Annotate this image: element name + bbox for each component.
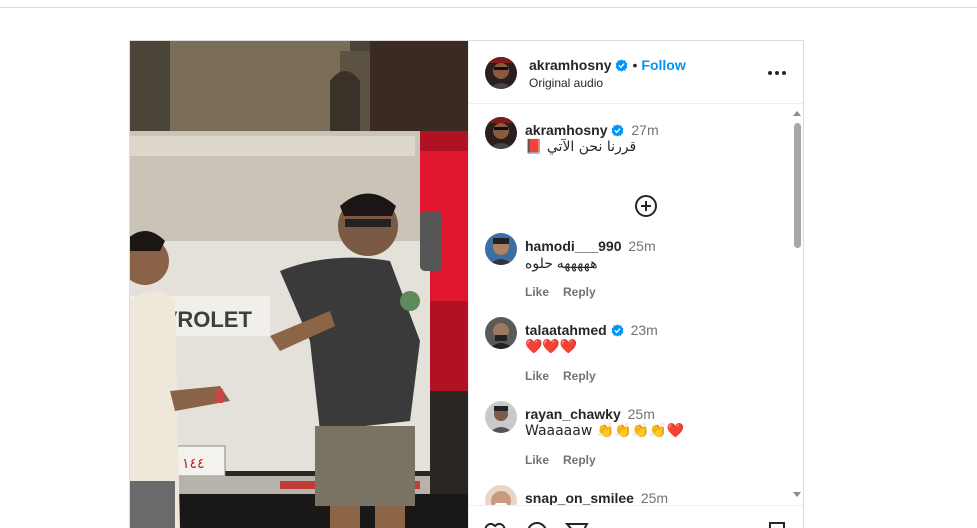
like-comment-button[interactable]: Like — [525, 369, 549, 383]
comment-actions: Like Reply — [525, 369, 610, 383]
comment-time[interactable]: 25m — [628, 238, 655, 254]
comment-actions: Like Reply — [525, 285, 610, 299]
video-frame-illustration: EVROLET ١٤٤ — [130, 41, 468, 528]
original-audio-link[interactable]: Original audio — [529, 76, 603, 90]
comment-head: talaatahmed 23m — [525, 322, 658, 338]
comment-head: snap_on_smilee 25m — [525, 490, 668, 505]
comment-item: talaatahmed 23m ❤️❤️❤️ Like Reply — [485, 317, 785, 387]
caption-time[interactable]: 27m — [631, 122, 658, 138]
separator-dot: • — [632, 57, 638, 73]
comment-icon[interactable] — [525, 520, 549, 528]
caption-head: akramhosny 27m — [525, 122, 659, 138]
comment-time[interactable]: 23m — [631, 322, 658, 338]
heart-icon[interactable] — [483, 520, 507, 528]
author-username[interactable]: akramhosny — [529, 57, 611, 73]
scroll-thumb[interactable] — [794, 123, 801, 248]
comment-time[interactable]: 25m — [641, 490, 668, 505]
comment-username[interactable]: rayan_chawky — [525, 406, 621, 422]
comment-item: snap_on_smilee 25m — [485, 485, 785, 505]
comment-text: Waaaaaw 👏👏👏👏❤️ — [525, 423, 684, 439]
author-avatar[interactable] — [485, 57, 517, 89]
post-header: akramhosny • Follow Original audio — [469, 41, 803, 104]
browser-top-strip — [0, 0, 977, 8]
caption-text: قررنا نحن الآتي 📕 — [525, 139, 637, 155]
bookmark-icon[interactable] — [765, 520, 789, 528]
comment-actions: Like Reply — [525, 453, 610, 467]
post-sidebar: akramhosny • Follow Original audio akram… — [468, 41, 803, 528]
comment-username[interactable]: snap_on_smilee — [525, 490, 634, 505]
comment-avatar[interactable] — [485, 233, 517, 265]
comment-username[interactable]: talaatahmed — [525, 322, 607, 338]
share-icon[interactable] — [565, 520, 589, 528]
plate-text: ١٤٤ — [182, 456, 205, 472]
verified-badge-icon — [616, 59, 628, 72]
add-circle-icon[interactable] — [633, 193, 659, 219]
caption-username[interactable]: akramhosny — [525, 122, 607, 138]
comment-text: هههههه حلوه — [525, 255, 598, 271]
post-action-bar — [469, 505, 803, 528]
comment-item: hamodi___990 25m هههههه حلوه Like Reply — [485, 233, 785, 303]
scroll-up-arrow-icon[interactable] — [793, 111, 801, 116]
comment-time[interactable]: 25m — [628, 406, 655, 422]
post-author-line: akramhosny • Follow — [529, 57, 686, 73]
post-dialog: EVROLET ١٤٤ akramhosny • Follow Original… — [129, 40, 804, 528]
comment-avatar[interactable] — [485, 317, 517, 349]
comment-head: hamodi___990 25m — [525, 238, 656, 254]
more-options-icon[interactable] — [767, 63, 787, 83]
reply-comment-button[interactable]: Reply — [563, 453, 596, 467]
comment-item: rayan_chawky 25m Waaaaaw 👏👏👏👏❤️ Like Repl… — [485, 401, 785, 471]
comment-avatar[interactable] — [485, 401, 517, 433]
follow-button[interactable]: Follow — [641, 57, 685, 73]
verified-badge-icon — [611, 324, 624, 337]
verified-badge-icon — [612, 124, 624, 137]
scroll-down-arrow-icon[interactable] — [793, 492, 801, 497]
caption-avatar[interactable] — [485, 117, 517, 149]
post-video[interactable]: EVROLET ١٤٤ — [130, 41, 468, 528]
like-comment-button[interactable]: Like — [525, 453, 549, 467]
comment-text: ❤️❤️❤️ — [525, 339, 578, 355]
reply-comment-button[interactable]: Reply — [563, 285, 596, 299]
caption: akramhosny 27m قررنا نحن الآتي 📕 — [485, 117, 785, 237]
reply-comment-button[interactable]: Reply — [563, 369, 596, 383]
comments-scrollbar[interactable] — [791, 105, 803, 505]
comments-list[interactable]: akramhosny 27m قررنا نحن الآتي 📕 hamodi_… — [469, 105, 803, 505]
comment-head: rayan_chawky 25m — [525, 406, 655, 422]
comment-username[interactable]: hamodi___990 — [525, 238, 622, 254]
like-comment-button[interactable]: Like — [525, 285, 549, 299]
comment-avatar[interactable] — [485, 485, 517, 505]
